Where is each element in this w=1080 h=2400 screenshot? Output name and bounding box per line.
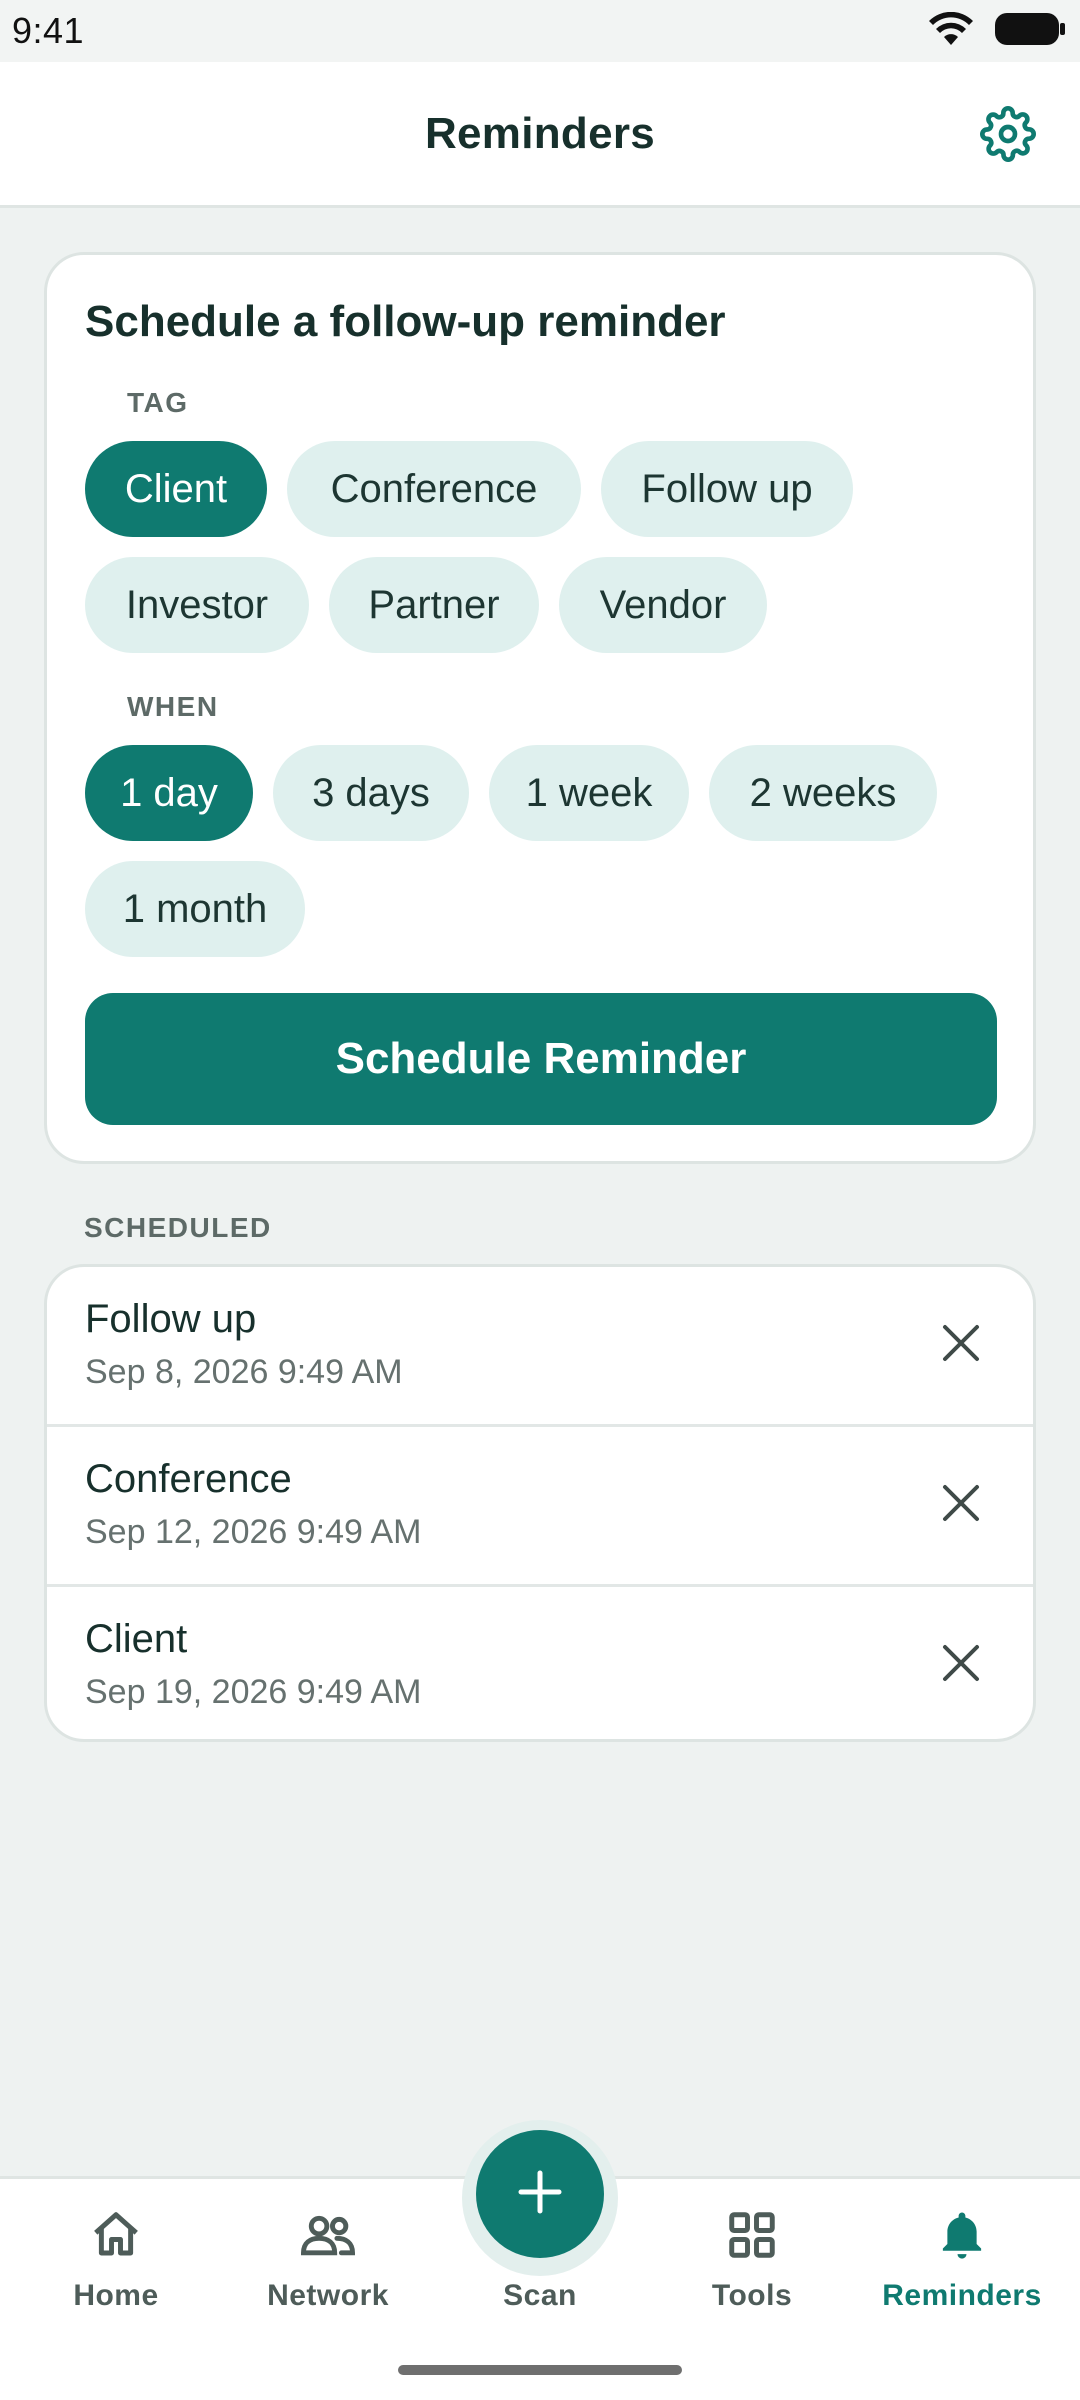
reminders-screen: 9:41 Reminders Schedule a follow-up remi…	[0, 0, 1080, 2400]
app-bar: Reminders	[0, 62, 1080, 208]
close-icon	[939, 1321, 983, 1370]
list-item: Conference Sep 12, 2026 9:49 AM	[47, 1427, 1033, 1587]
home-icon	[86, 2205, 146, 2265]
when-chip-1-month[interactable]: 1 month	[85, 861, 305, 957]
scan-fab-button[interactable]	[476, 2130, 604, 2258]
status-bar: 9:41	[0, 0, 1080, 62]
delete-reminder-button[interactable]	[929, 1473, 993, 1537]
close-icon	[939, 1481, 983, 1530]
nav-label-reminders: Reminders	[882, 2279, 1042, 2312]
reminder-title: Client	[85, 1617, 188, 1661]
list-item: Follow up Sep 8, 2026 9:49 AM	[47, 1267, 1033, 1427]
delete-reminder-button[interactable]	[929, 1313, 993, 1377]
wifi-icon	[928, 11, 974, 51]
tag-chip-vendor[interactable]: Vendor	[559, 557, 767, 653]
tag-chip-follow-up[interactable]: Follow up	[601, 441, 853, 537]
tag-section-label: TAG	[127, 387, 189, 418]
battery-icon	[994, 11, 1066, 52]
reminder-title: Follow up	[85, 1297, 257, 1341]
close-icon	[939, 1641, 983, 1690]
tag-chip-conference[interactable]: Conference	[287, 441, 581, 537]
bell-icon	[932, 2205, 992, 2265]
scheduled-section-label: SCHEDULED	[84, 1212, 272, 1243]
schedule-reminder-button[interactable]: Schedule Reminder	[85, 993, 997, 1125]
scheduled-list: Follow up Sep 8, 2026 9:49 AM Conference…	[44, 1264, 1036, 1742]
nav-item-home[interactable]: Home	[26, 2205, 206, 2325]
reminder-title: Conference	[85, 1457, 292, 1501]
reminder-datetime: Sep 12, 2026 9:49 AM	[85, 1513, 422, 1551]
schedule-reminder-card: Schedule a follow-up reminder TAG Client…	[44, 252, 1036, 1164]
tag-chip-partner[interactable]: Partner	[329, 557, 539, 653]
card-title: Schedule a follow-up reminder	[85, 297, 726, 346]
gear-icon	[980, 105, 1036, 167]
nav-item-reminders[interactable]: Reminders	[872, 2205, 1052, 2325]
settings-button[interactable]	[978, 105, 1038, 167]
nav-item-network[interactable]: Network	[238, 2205, 418, 2325]
nav-label-home: Home	[73, 2279, 159, 2312]
status-time: 9:41	[12, 10, 85, 51]
plus-icon	[515, 2167, 565, 2222]
when-chip-3-days[interactable]: 3 days	[273, 745, 469, 841]
reminder-datetime: Sep 8, 2026 9:49 AM	[85, 1353, 403, 1391]
grid-icon	[722, 2205, 782, 2265]
when-chip-2-weeks[interactable]: 2 weeks	[709, 745, 937, 841]
when-chip-1-day[interactable]: 1 day	[85, 745, 253, 841]
nav-label-tools: Tools	[711, 2279, 793, 2312]
nav-label-network: Network	[267, 2279, 389, 2312]
tag-chip-investor[interactable]: Investor	[85, 557, 309, 653]
nav-label-scan: Scan	[503, 2279, 577, 2312]
when-section-label: WHEN	[127, 691, 219, 722]
reminder-datetime: Sep 19, 2026 9:49 AM	[85, 1673, 422, 1711]
tag-chip-client[interactable]: Client	[85, 441, 267, 537]
when-chip-1-week[interactable]: 1 week	[489, 745, 689, 841]
delete-reminder-button[interactable]	[929, 1633, 993, 1697]
list-item: Client Sep 19, 2026 9:49 AM	[47, 1587, 1033, 1739]
page-title: Reminders	[424, 108, 656, 158]
nav-item-tools[interactable]: Tools	[662, 2205, 842, 2325]
home-indicator[interactable]	[398, 2365, 682, 2375]
people-icon	[298, 2205, 358, 2265]
status-icons	[928, 11, 1066, 52]
